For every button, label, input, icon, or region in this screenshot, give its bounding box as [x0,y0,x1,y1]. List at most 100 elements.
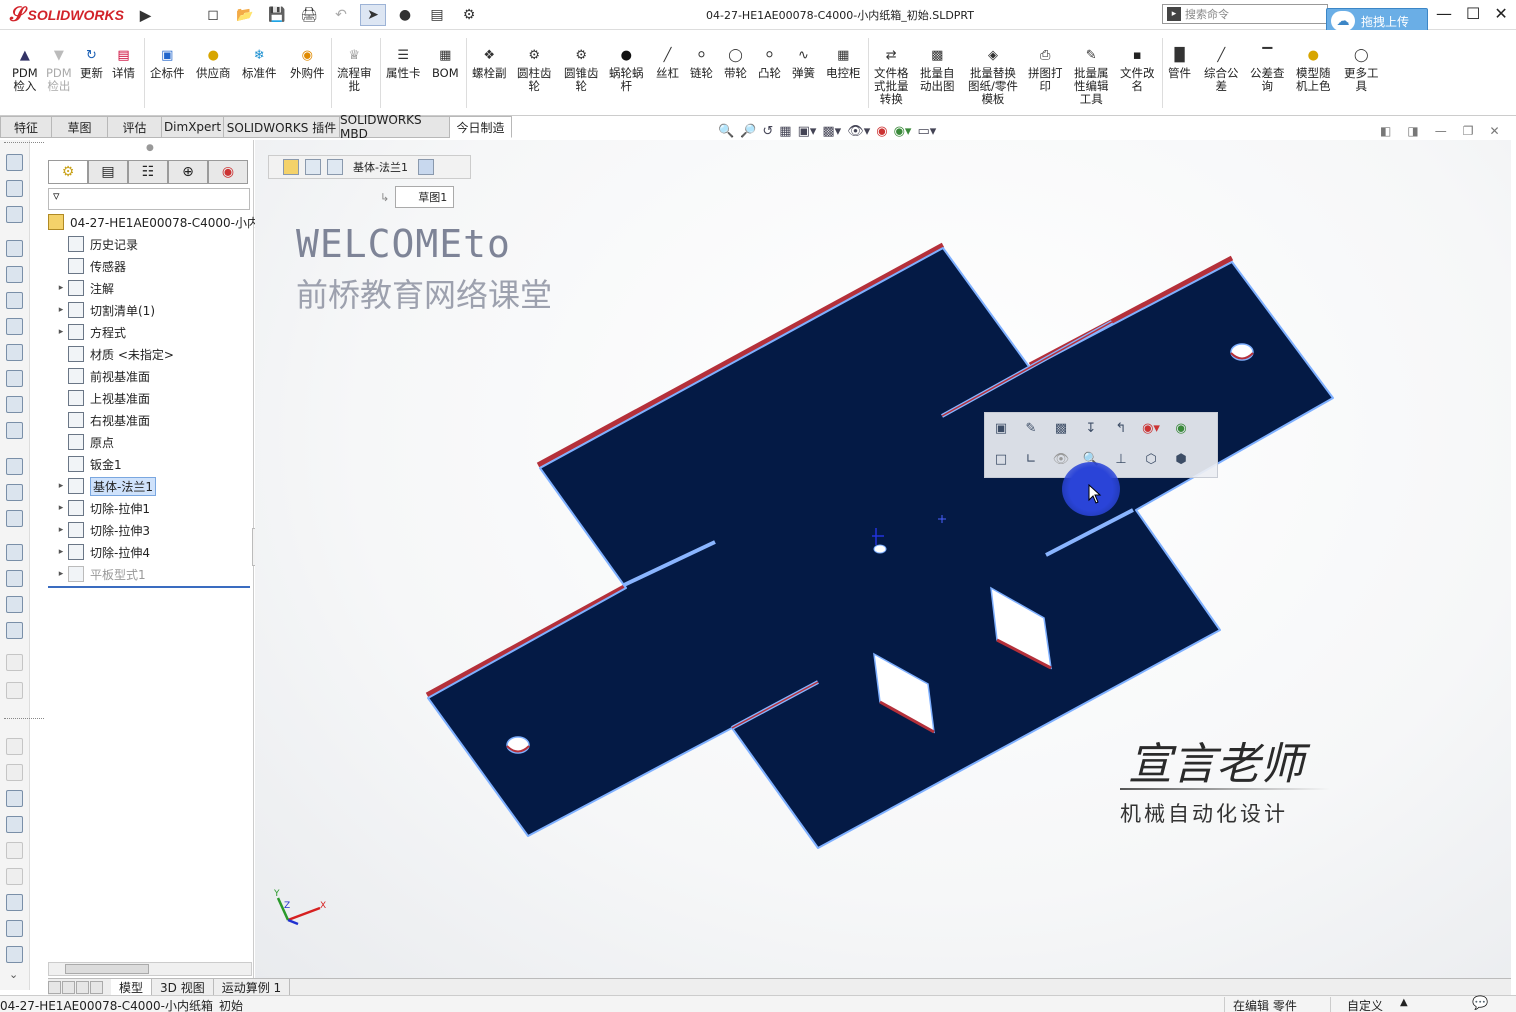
ribbon-button-print[interactable]: ⎙ 拼图打印 [1028,46,1063,93]
feature-shortcut-icon[interactable] [6,738,23,755]
feature-shortcut-icon[interactable] [6,816,23,833]
ribbon-button-tolerance-query[interactable]: ▔ 公差查询 [1250,46,1285,93]
tree-item[interactable]: ▸ 注解 [48,278,252,298]
ribbon-button-pulley[interactable]: ◯ 带轮 [724,46,747,80]
feature-shortcut-icon[interactable] [6,868,23,885]
command-tab[interactable]: SOLIDWORKS MBD [340,113,450,141]
ribbon-button-purchased-part[interactable]: ◉ 外购件 [290,46,325,80]
tree-item[interactable]: ▸ 平板型式1 [48,564,252,584]
feature-shortcut-icon[interactable] [6,422,23,439]
feature-shortcut-icon[interactable] [6,370,23,387]
undo-icon[interactable]: ↶ [328,4,354,26]
feature-shortcut-icon[interactable] [6,544,23,561]
expand-arrow-icon[interactable]: ▸ [54,525,68,535]
ribbon-button-lead-screw[interactable]: ╱ 丝杠 [656,46,679,80]
tree-item[interactable]: 右视基准面 [48,410,252,430]
breadcrumb-feature-label[interactable]: 基体-法兰1 [353,159,408,175]
tree-item[interactable]: ▸ 切除-拉伸3 [48,520,252,540]
solidworks-logo[interactable]: 𝒮 SOLIDWORKS ▶ [10,4,151,26]
feature-shortcut-icon[interactable] [6,318,23,335]
options-gear-icon[interactable]: ⚙ [456,4,482,26]
edit-appearance-icon[interactable]: ◉ [876,124,887,139]
doc-close-icon[interactable]: ✕ [1489,124,1499,138]
expand-arrow-icon[interactable]: ▸ [54,283,68,293]
status-units-custom[interactable]: 自定义 [1330,997,1383,1012]
hide-body-icon[interactable]: 👁 [1051,448,1071,470]
units-dropdown-icon[interactable]: ▲ [1400,997,1408,1008]
edit-feature-icon[interactable]: ▣ [991,417,1011,439]
configuration-manager-tab[interactable]: ☷ [128,160,168,184]
help-bubble-icon[interactable]: 💬 [1472,996,1488,1011]
color-wheel-icon[interactable]: ◉ [1171,417,1191,439]
appearance-icon[interactable]: ◉▾ [1141,417,1161,439]
command-tab[interactable]: 今日制造 [450,116,512,138]
feature-shortcut-icon[interactable] [6,946,23,963]
rollback-icon[interactable]: ↧ [1081,417,1101,439]
ribbon-button-worm-gear[interactable]: ● 蜗轮蜗杆 [609,46,644,93]
tree-item[interactable]: 钣金1 [48,454,252,474]
tree-item[interactable]: 原点 [48,432,252,452]
ribbon-button-checkin[interactable]: ▲ PDM 检入 [12,46,38,93]
ribbon-button-property-card[interactable]: ☰ 属性卡 [386,46,421,80]
ribbon-button-cabinet[interactable]: ▦ 电控柜 [826,46,861,80]
print-icon[interactable]: 🖨 [296,4,322,26]
ribbon-button-supplier[interactable]: ● 供应商 [196,46,231,80]
tree-filter-input[interactable]: ▿ [48,188,250,210]
ribbon-button-batch-convert[interactable]: ⇄ 文件格 式批量 转换 [874,46,909,106]
breadcrumb-sketch-label[interactable]: 草图1 [395,186,455,208]
ribbon-button-cam[interactable]: ⚪ 凸轮 [758,46,781,80]
command-tab[interactable]: DimXpert [162,116,224,138]
feature-shortcut-icon[interactable] [6,206,23,223]
ribbon-button-enterprise-part[interactable]: ▣ 企标件 [150,46,185,80]
file-properties-icon[interactable]: ▤ [424,4,450,26]
zoom-area-icon[interactable]: 🔎 [740,124,756,139]
panel-grip-dot[interactable]: ● [146,143,154,153]
tree-item[interactable]: 传感器 [48,256,252,276]
bottom-tab[interactable]: 运动算例 1 [214,978,291,996]
feature-shortcut-icon[interactable] [6,510,23,527]
feature-shortcut-icon[interactable] [6,682,23,699]
isometric-icon[interactable]: ⬡ [1141,448,1161,470]
ribbon-button-batch-property[interactable]: ✎ 批量属 性编辑 工具 [1074,46,1109,106]
sheet-metal-icon[interactable]: □ [991,448,1011,470]
hole-center[interactable] [873,544,887,554]
ribbon-button-random-color[interactable]: ● 模型随 机上色 [1296,46,1331,93]
tree-item[interactable]: 上视基准面 [48,388,252,408]
ribbon-button-workflow[interactable]: ♕ 流程审批 [337,46,372,93]
maximize-icon[interactable]: ☐ [1466,4,1480,23]
feature-shortcut-icon[interactable] [6,622,23,639]
feature-shortcut-icon[interactable] [6,842,23,859]
expand-arrow-icon[interactable]: ▸ [54,569,68,579]
ribbon-button-standard-part[interactable]: ❄ 标准件 [242,46,277,80]
tree-root-part[interactable]: 04-27-HE1AE00078-C4000-小内 [48,212,259,232]
feature-shortcut-icon[interactable] [6,458,23,475]
normal-to-icon[interactable]: ⊥ [1111,448,1131,470]
open-file-icon[interactable]: 📂 [232,4,258,26]
save-icon[interactable]: 💾 [264,4,290,26]
ribbon-button-bevel-gear[interactable]: ⚙ 圆锥齿轮 [564,46,599,93]
command-tab[interactable]: 特征 [0,116,52,138]
feature-shortcut-icon[interactable] [6,764,23,781]
feature-manager-tab[interactable]: ⚙ [48,160,88,184]
tab-nav-last[interactable] [90,980,103,994]
ribbon-button-checkout[interactable]: ▼ PDM 检出 [46,46,72,93]
ribbon-button-pipe[interactable]: █ 管件 [1168,46,1191,80]
menu-expand-icon[interactable]: ▶ [140,7,151,24]
ribbon-button-update[interactable]: ↻ 更新 [80,46,103,80]
zoom-to-fit-icon[interactable]: 🔍 [718,124,734,139]
hide-show-icon[interactable]: 👁▾ [847,124,870,139]
feature-shortcut-icon[interactable] [6,396,23,413]
ribbon-button-bolt[interactable]: ❖ 螺栓副 [472,46,507,80]
ribbon-button-more-tools[interactable]: ◯ 更多工具 [1344,46,1379,93]
tree-item[interactable]: 材质 <未指定> [48,344,252,364]
display-style-icon[interactable]: ▩▾ [822,124,841,139]
tile-right-icon[interactable]: ◨ [1407,124,1418,138]
body-breadcrumb-icon[interactable] [305,159,321,175]
section-view-icon[interactable]: ▦ [779,124,791,139]
scene-icon[interactable]: ◉▾ [894,124,912,139]
new-file-icon[interactable]: ◻ [200,4,226,26]
tree-item[interactable]: ▸ 切除-拉伸4 [48,542,252,562]
edit-sketch-icon[interactable]: ✎ [1021,417,1041,439]
suppress-icon[interactable]: ▩ [1051,417,1071,439]
minimize-icon[interactable]: — [1436,4,1452,23]
